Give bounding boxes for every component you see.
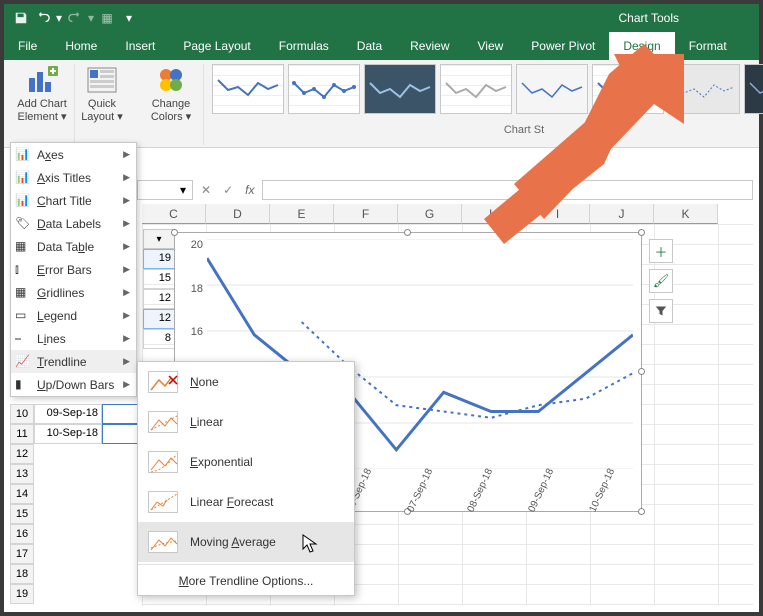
chart-style-1[interactable] [212,64,284,114]
row-hdr[interactable]: 15 [10,504,34,524]
cell[interactable]: 10-Sep-18 [34,424,102,444]
menu-data-labels[interactable]: 🏷Data Labels▶ [11,212,136,235]
column-headers: C D E F G H I J K [142,204,753,224]
chart-elements-button[interactable]: ＋ [649,239,673,263]
trendline-linear[interactable]: Linear [138,402,354,442]
tab-page-layout[interactable]: Page Layout [169,32,264,60]
trendline-none[interactable]: None [138,362,354,402]
row-hdr[interactable]: 18 [10,564,34,584]
row-hdr[interactable]: 11 [10,424,34,444]
chart-style-5[interactable] [516,64,588,114]
add-chart-element-menu: 📊Axes▶ 📊Axis Titles▶ 📊Chart Title▶ 🏷Data… [10,142,137,397]
change-colors-button[interactable]: Change Colors ▾ [143,64,199,123]
tab-view[interactable]: View [464,32,518,60]
enter-icon[interactable]: ✓ [219,183,237,197]
chart-style-6[interactable] [592,64,664,114]
col-hdr[interactable]: K [654,204,718,224]
trendline-submenu: None Linear Exponential Linear Forecast … [137,361,355,596]
col-hdr[interactable]: G [398,204,462,224]
trendline-moving-average[interactable]: Moving Average [138,522,354,562]
menu-trendline[interactable]: 📈Trendline▶ [11,350,136,373]
redo-icon[interactable] [64,7,86,29]
row-hdr[interactable]: 13 [10,464,34,484]
menu-axes[interactable]: 📊Axes▶ [11,143,136,166]
tab-power-pivot[interactable]: Power Pivot [517,32,609,60]
chart-style-2[interactable] [288,64,360,114]
tab-insert[interactable]: Insert [111,32,169,60]
menu-updown-bars[interactable]: ▮Up/Down Bars▶ [11,373,136,396]
tab-home[interactable]: Home [51,32,111,60]
col-hdr[interactable]: H [462,204,526,224]
chart-style-3[interactable] [364,64,436,114]
col-hdr[interactable]: I [526,204,590,224]
chart-filters-button[interactable] [649,299,673,323]
tab-design[interactable]: Design [609,32,674,60]
undo-more-icon[interactable]: ▾ [54,7,64,29]
fx-icon[interactable]: fx [241,183,258,197]
chart-style-7[interactable] [668,64,740,114]
change-colors-label: Change Colors ▾ [151,98,191,123]
col-hdr[interactable]: D [206,204,270,224]
cell[interactable]: 09-Sep-18 [34,404,102,424]
add-chart-element-label: Add Chart Element ▾ [17,98,67,123]
menu-axis-titles[interactable]: 📊Axis Titles▶ [11,166,136,189]
menu-legend[interactable]: ▭Legend▶ [11,304,136,327]
qat-customize-icon[interactable]: ▾ [118,7,140,29]
qat-grid-icon[interactable]: ▦ [96,7,118,29]
row-hdr[interactable]: 14 [10,484,34,504]
col-hdr[interactable]: C [142,204,206,224]
row-hdr[interactable]: 19 [10,584,34,604]
trendline-linear-forecast[interactable]: Linear Forecast [138,482,354,522]
trendline-more-options[interactable]: More Trendline Options... [138,567,354,595]
redo-more-icon[interactable]: ▾ [86,7,96,29]
tab-format[interactable]: Format [675,32,741,60]
menu-error-bars[interactable]: ⫾Error Bars▶ [11,258,136,281]
trendline-exponential[interactable]: Exponential [138,442,354,482]
add-chart-element-button[interactable]: Add Chart Element ▾ [14,64,70,123]
chart-styles-group-label: Chart St [212,124,763,136]
col-hdr[interactable]: E [270,204,334,224]
menu-gridlines[interactable]: ▦Gridlines▶ [11,281,136,304]
chart-tools-label: Chart Tools [589,4,709,32]
menu-data-table[interactable]: ▦Data Table▶ [11,235,136,258]
cell[interactable]: 19 [143,249,175,269]
tab-file[interactable]: File [4,32,51,60]
cell[interactable]: 15 [143,269,175,289]
formula-input[interactable] [262,180,753,200]
save-icon[interactable] [10,7,32,29]
menu-chart-title[interactable]: 📊Chart Title▶ [11,189,136,212]
row-hdr[interactable]: 17 [10,544,34,564]
ribbon: Add Chart Element ▾ Quick Layout ▾ Chang… [4,60,759,148]
name-box[interactable]: ▾ [137,180,193,200]
chart-style-4[interactable] [440,64,512,114]
quick-layout-label: Quick Layout ▾ [81,98,123,123]
row-hdr[interactable]: 16 [10,524,34,544]
cell[interactable]: 12 [143,289,175,309]
chart-style-8[interactable] [744,64,763,114]
menu-lines[interactable]: ⎯Lines▶ [11,327,136,350]
quick-layout-button[interactable]: Quick Layout ▾ [74,64,130,123]
cell[interactable]: 12 [143,309,175,329]
col-hdr[interactable]: F [334,204,398,224]
tab-review[interactable]: Review [396,32,463,60]
row-hdr[interactable]: 10 [10,404,34,424]
tab-data[interactable]: Data [343,32,396,60]
row-hdr[interactable]: 12 [10,444,34,464]
cell[interactable]: 8 [143,329,175,349]
undo-icon[interactable] [32,7,54,29]
col-hdr[interactable]: J [590,204,654,224]
tab-formulas[interactable]: Formulas [265,32,343,60]
chart-styles-button[interactable]: 🖌 [649,269,673,293]
cancel-icon[interactable]: ✕ [197,183,215,197]
ribbon-tabs: File Home Insert Page Layout Formulas Da… [4,32,759,60]
formula-bar: ▾ ✕ ✓ fx [137,179,753,201]
